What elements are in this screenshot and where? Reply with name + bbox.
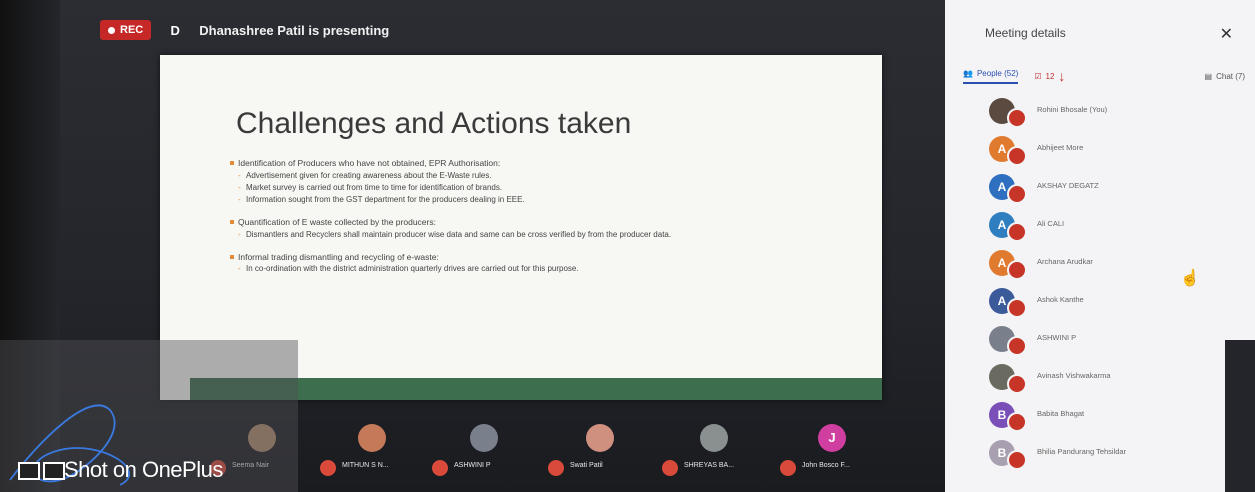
meeting-details-panel: Meeting details ✕ 👥 People (52) ☑ 12 ↓ ▤… <box>945 0 1255 492</box>
slide-title: Challenges and Actions taken <box>236 107 632 140</box>
participant-tile[interactable]: Swati Patil <box>548 418 648 488</box>
participant-name: John Bosco F... <box>802 462 850 469</box>
section-item: Advertisement given for creating awarene… <box>230 170 850 182</box>
participant-tile[interactable]: MITHUN S N... <box>320 418 420 488</box>
people-icon: 👥 <box>963 68 973 78</box>
list-item[interactable]: Rohini Bhosale (You) <box>967 96 1247 132</box>
person-name: Bhilia Pandurang Tehsildar <box>1037 447 1127 456</box>
presenter-initial: D <box>170 22 180 38</box>
participant-tile[interactable]: SHREYAS BA... <box>662 418 762 488</box>
participant-name: ASHWINI P <box>454 462 491 469</box>
tab-people[interactable]: 👥 People (52) <box>963 68 1019 84</box>
avatar <box>470 424 498 452</box>
participant-name: Swati Patil <box>570 462 603 469</box>
panel-title: Meeting details <box>985 26 1066 40</box>
presenter-status: Dhanashree Patil is presenting <box>199 22 390 38</box>
slide-section: Identification of Producers who have not… <box>230 157 850 206</box>
list-item[interactable]: B Babita Bhagat <box>967 400 1247 436</box>
section-item: In co-ordination with the district admin… <box>230 263 850 275</box>
section-heading: Quantification of E waste collected by t… <box>230 216 850 229</box>
person-name: Ashok Kanthe <box>1037 295 1084 304</box>
watermark-logo <box>18 462 65 480</box>
person-name: Babita Bhagat <box>1037 409 1085 418</box>
camera-square-icon <box>18 462 40 480</box>
mic-muted-icon <box>1007 184 1027 204</box>
record-dot-icon <box>108 26 115 34</box>
person-name: Ali CALI <box>1037 219 1065 228</box>
recording-label: REC <box>120 24 144 36</box>
section-item: Information sought from the GST departme… <box>230 194 850 206</box>
mic-muted-icon <box>1007 374 1027 394</box>
list-item[interactable]: Avinash Vishwakarma <box>967 362 1247 398</box>
list-item[interactable]: A Archana Arudkar <box>967 248 1247 284</box>
tab-tasks[interactable]: ☑ 12 ↓ <box>1034 68 1065 84</box>
person-name: Abhijeet More <box>1037 143 1084 152</box>
taskbar-edge <box>1225 340 1255 492</box>
avatar <box>358 424 386 452</box>
mic-muted-icon <box>662 460 678 476</box>
section-item: Dismantlers and Recyclers shall maintain… <box>230 229 850 241</box>
list-item[interactable]: A AKSHAY DEGATZ <box>967 172 1247 208</box>
list-item[interactable]: ASHWINI P <box>967 324 1247 360</box>
mic-muted-icon <box>1007 108 1027 128</box>
mic-muted-icon <box>1007 450 1027 470</box>
camera-watermark: Shot on OnePlus <box>64 457 223 482</box>
section-heading: Informal trading dismantling and recycli… <box>230 251 850 264</box>
mic-muted-icon <box>548 460 564 476</box>
person-name: Archana Arudkar <box>1037 257 1093 266</box>
list-item[interactable]: B Bhilia Pandurang Tehsildar <box>967 438 1247 474</box>
slide-section: Quantification of E waste collected by t… <box>230 216 850 241</box>
tasks-count: 12 <box>1045 71 1055 81</box>
list-item[interactable]: A Abhijeet More <box>967 134 1247 170</box>
avatar: J <box>818 424 846 452</box>
list-item[interactable]: A Ali CALI <box>967 210 1247 246</box>
person-name: AKSHAY DEGATZ <box>1037 181 1099 190</box>
participant-name: SHREYAS BA... <box>684 462 735 469</box>
tab-chat[interactable]: ▤ Chat (7) <box>1205 72 1245 81</box>
slide-body: Identification of Producers who have not… <box>230 157 850 285</box>
mic-muted-icon <box>432 460 448 476</box>
chat-icon: ▤ <box>1204 71 1213 81</box>
mic-muted-icon <box>1007 146 1027 166</box>
participant-name: MITHUN S N... <box>342 462 389 469</box>
mic-muted-icon <box>1007 222 1027 242</box>
section-item: Market survey is carried out from time t… <box>230 182 850 194</box>
camera-square-icon <box>43 462 65 480</box>
avatar <box>586 424 614 452</box>
person-name: ASHWINI P <box>1037 333 1077 342</box>
arrow-down-icon: ↓ <box>1058 68 1066 84</box>
mic-muted-icon <box>1007 412 1027 432</box>
tab-chat-label: Chat (7) <box>1216 71 1245 81</box>
tab-people-label: People (52) <box>976 68 1019 78</box>
mic-muted-icon <box>1007 336 1027 356</box>
slide-section: Informal trading dismantling and recycli… <box>230 251 850 275</box>
presentation-top-bar: REC D Dhanashree Patil is presenting <box>60 12 940 48</box>
list-item[interactable]: A Ashok Kanthe <box>967 286 1247 322</box>
recording-badge: REC <box>100 20 152 40</box>
checkbox-icon: ☑ <box>1034 71 1042 81</box>
participant-tile[interactable]: J John Bosco F... <box>780 418 880 488</box>
person-name: Avinash Vishwakarma <box>1037 371 1111 380</box>
participant-tile[interactable]: ASHWINI P <box>432 418 532 488</box>
mic-muted-icon <box>780 460 796 476</box>
panel-tabs: 👥 People (52) ☑ 12 ↓ ▤ Chat (7) <box>963 62 1253 90</box>
close-icon[interactable]: ✕ <box>1220 24 1233 44</box>
section-heading: Identification of Producers who have not… <box>230 157 850 170</box>
photo-scene: REC D Dhanashree Patil is presenting Cha… <box>0 0 1255 492</box>
mic-muted-icon <box>1007 298 1027 318</box>
person-name: Rohini Bhosale (You) <box>1037 105 1108 114</box>
mic-muted-icon <box>320 460 336 476</box>
mic-muted-icon <box>1007 260 1027 280</box>
avatar <box>700 424 728 452</box>
hand-cursor-icon: ☝ <box>1180 270 1200 287</box>
